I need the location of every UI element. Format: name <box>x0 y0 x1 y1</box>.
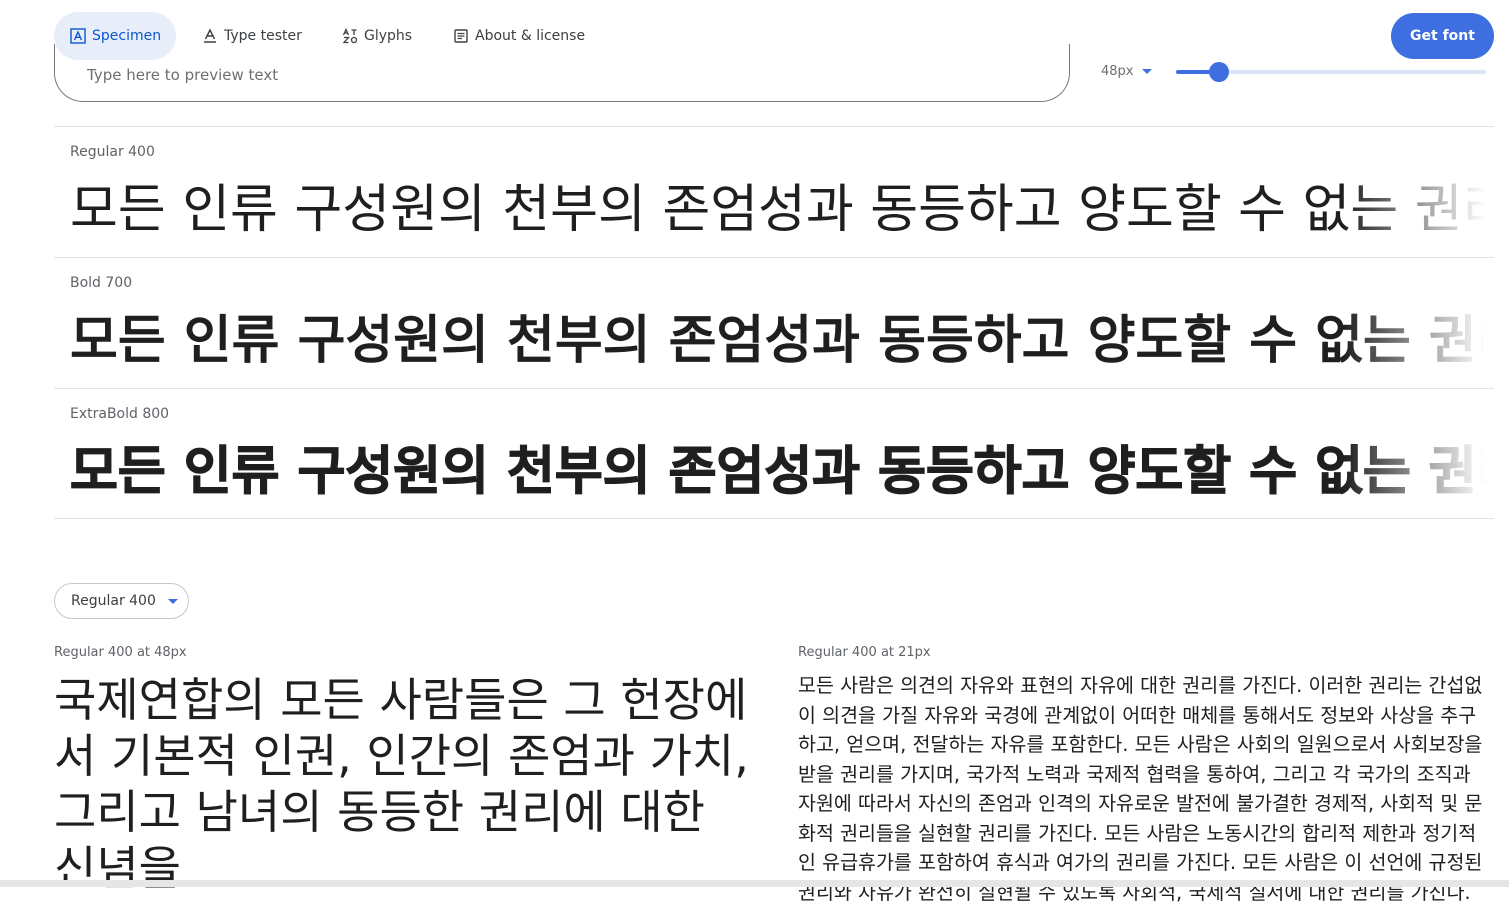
small-sample-caption: Regular 400 at 21px <box>798 645 931 660</box>
specimen-icon <box>70 28 86 44</box>
about-icon <box>453 28 469 44</box>
style-label-extrabold: ExtraBold 800 <box>70 406 170 422</box>
preview-text-input[interactable]: Type here to preview text <box>54 44 1070 102</box>
preview-placeholder: Type here to preview text <box>87 66 279 84</box>
tab-label: Type tester <box>224 28 302 44</box>
font-size-slider[interactable] <box>1176 62 1486 82</box>
glyphs-icon <box>342 28 358 44</box>
tab-label: Specimen <box>92 28 162 44</box>
slider-thumb[interactable] <box>1209 62 1230 82</box>
divider <box>54 126 1494 127</box>
weight-select[interactable]: Regular 400 <box>54 583 189 619</box>
sample-text-extrabold[interactable]: 모든 인류 구성원의 천부의 존엄성과 동등하고 양도할 수 없는 권리를 인정… <box>70 442 1485 502</box>
divider <box>54 257 1494 258</box>
large-sample-caption: Regular 400 at 48px <box>54 645 187 660</box>
large-sample-paragraph: 국제연합의 모든 사람들은 그 헌장에서 기본적 인권, 인간의 존엄과 가치,… <box>54 673 749 895</box>
divider <box>54 518 1494 519</box>
tab-label: About & license <box>475 28 586 44</box>
sample-text-bold[interactable]: 모든 인류 구성원의 천부의 존엄성과 동등하고 양도할 수 없는 권리를 인정… <box>70 311 1485 371</box>
style-label-regular: Regular 400 <box>70 144 155 160</box>
style-label-bold: Bold 700 <box>70 275 133 291</box>
font-size-value: 48px <box>1101 64 1134 79</box>
divider <box>54 388 1494 389</box>
dropdown-caret-icon <box>1141 69 1152 74</box>
small-sample-paragraph: 모든 사람은 의견의 자유와 표현의 자유에 대한 권리를 가진다. 이러한 권… <box>798 674 1483 904</box>
font-size-select[interactable]: 48px <box>1101 64 1152 79</box>
weight-select-value: Regular 400 <box>71 593 156 609</box>
dropdown-caret-icon <box>167 598 178 604</box>
tab-label: Glyphs <box>364 28 413 44</box>
horizontal-scrollbar[interactable] <box>0 880 1509 887</box>
type-tester-icon <box>202 28 218 44</box>
get-font-button[interactable]: Get font <box>1391 13 1494 59</box>
sample-text-regular[interactable]: 모든 인류 구성원의 천부의 존엄성과 동등하고 양도할 수 없는 권리를 인정… <box>70 180 1485 240</box>
